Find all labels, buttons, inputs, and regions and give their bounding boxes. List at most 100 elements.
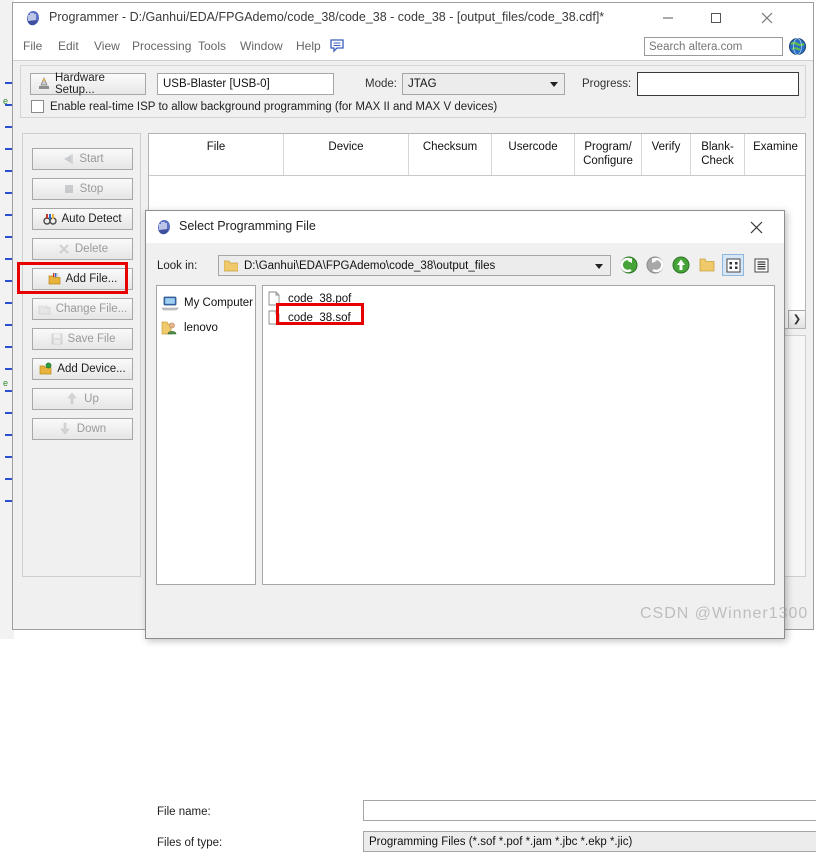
menubar: File Edit View Processing Tools Window H… <box>13 34 813 61</box>
progress-label: Progress: <box>582 78 632 90</box>
maximize-button[interactable] <box>693 3 738 33</box>
place-label: lenovo <box>184 321 218 334</box>
autodetect-icon <box>43 212 58 226</box>
quartus-hand-icon <box>24 9 42 27</box>
file-name-label: File name: <box>157 806 211 818</box>
move-down-button[interactable]: Down <box>32 418 133 440</box>
add-file-icon <box>48 272 62 286</box>
file-icon <box>268 310 280 325</box>
add-file-label: Add File... <box>65 273 118 285</box>
menu-edit[interactable]: Edit <box>58 39 79 53</box>
stop-label: Stop <box>79 183 104 195</box>
detail-view-icon[interactable] <box>750 254 772 276</box>
list-view-icon[interactable] <box>722 254 744 276</box>
menu-processing[interactable]: Processing <box>132 39 191 53</box>
window-titlebar: Programmer - D:/Ganhui/EDA/FPGAdemo/code… <box>13 3 813 34</box>
save-file-icon <box>50 332 64 346</box>
search-box[interactable] <box>644 37 783 56</box>
dialog-close-icon[interactable] <box>736 211 776 243</box>
start-button[interactable]: Start <box>32 148 133 170</box>
globe-icon[interactable] <box>788 37 807 56</box>
files-of-type-dropdown[interactable]: Programming Files (*.sof *.pof *.jam *.j… <box>363 831 816 852</box>
column-header-file[interactable]: File <box>149 134 284 175</box>
hardware-cable-value: USB-Blaster [USB-0] <box>163 78 270 90</box>
realtime-isp-checkbox[interactable] <box>31 100 44 113</box>
place-label: My Computer <box>184 296 254 309</box>
start-label: Start <box>79 153 104 165</box>
arrow-up-icon <box>66 392 80 406</box>
delete-icon <box>57 242 71 256</box>
dialog-titlebar: Select Programming File <box>146 211 784 243</box>
change-file-label: Change File... <box>55 303 128 315</box>
folder-icon <box>223 260 239 272</box>
new-folder-icon[interactable] <box>696 254 718 276</box>
change-file-button[interactable]: Change File... <box>32 298 133 320</box>
arrow-down-icon <box>59 422 73 436</box>
hardware-setup-label: Hardware Setup... <box>55 72 105 96</box>
column-header-program-configure[interactable]: Program/ Configure <box>575 134 642 175</box>
column-header-verify[interactable]: Verify <box>642 134 691 175</box>
column-header-usercode[interactable]: Usercode <box>492 134 575 175</box>
hardware-setup-button[interactable]: Hardware Setup... <box>30 72 146 96</box>
window-title: Programmer - D:/Ganhui/EDA/FPGAdemo/code… <box>49 10 605 24</box>
realtime-isp-row[interactable]: Enable real-time ISP to allow background… <box>31 100 497 113</box>
close-button[interactable] <box>744 3 789 33</box>
look-in-label: Look in: <box>157 260 198 272</box>
add-file-button[interactable]: Add File... <box>32 268 133 290</box>
menu-file[interactable]: File <box>23 39 42 53</box>
add-device-label: Add Device... <box>57 363 126 375</box>
up-icon[interactable] <box>670 254 692 276</box>
column-header-examine[interactable]: Examine <box>745 134 805 175</box>
file-name: code_38.sof <box>288 311 351 324</box>
realtime-isp-label: Enable real-time ISP to allow background… <box>50 100 498 113</box>
move-down-label: Down <box>76 423 107 435</box>
forward-icon[interactable] <box>644 254 666 276</box>
menu-window[interactable]: Window <box>240 39 283 53</box>
file-name-input[interactable] <box>363 800 816 821</box>
menu-view[interactable]: View <box>94 39 120 53</box>
minimize-button[interactable] <box>645 3 690 33</box>
place-lenovo[interactable]: lenovo <box>157 315 255 340</box>
stop-icon <box>62 182 76 196</box>
column-header-checksum[interactable]: Checksum <box>409 134 492 175</box>
save-file-label: Save File <box>67 333 116 345</box>
hardware-cable-field[interactable]: USB-Blaster [USB-0] <box>157 73 334 95</box>
stop-button[interactable]: Stop <box>32 178 133 200</box>
mode-dropdown[interactable]: JTAG <box>402 73 565 95</box>
look-in-value: D:\Ganhui\EDA\FPGAdemo\code_38\output_fi… <box>244 259 496 272</box>
table-header-row: File Device Checksum Usercode Program/ C… <box>149 134 805 176</box>
progress-bar <box>637 72 799 96</box>
column-header-blank-check[interactable]: Blank- Check <box>691 134 745 175</box>
delete-button[interactable]: Delete <box>32 238 133 260</box>
file-name: code_38.pof <box>288 292 352 305</box>
flag-icon[interactable] <box>328 37 346 58</box>
look-in-dropdown[interactable]: D:\Ganhui\EDA\FPGAdemo\code_38\output_fi… <box>218 255 611 276</box>
chevron-down-icon <box>550 82 558 87</box>
files-of-type-label: Files of type: <box>157 837 223 849</box>
place-my-computer[interactable]: My Computer <box>157 290 255 315</box>
menu-help[interactable]: Help <box>296 39 321 53</box>
move-up-label: Up <box>84 393 99 405</box>
menu-tools[interactable]: Tools <box>198 39 226 53</box>
places-sidebar: My Computer lenovo <box>156 285 256 585</box>
user-folder-icon <box>161 319 179 337</box>
dialog-title: Select Programming File <box>179 219 316 233</box>
file-list-item[interactable]: code_38.sof <box>263 308 774 327</box>
hardware-setup-panel: Hardware Setup... USB-Blaster [USB-0] Mo… <box>20 65 806 118</box>
column-header-device[interactable]: Device <box>284 134 409 175</box>
back-icon[interactable] <box>618 254 640 276</box>
file-icon <box>268 291 280 306</box>
search-input[interactable] <box>645 38 782 55</box>
add-device-button[interactable]: Add Device... <box>32 358 133 380</box>
move-up-button[interactable]: Up <box>32 388 133 410</box>
table-scroll-right-button[interactable]: ❯ <box>788 310 805 328</box>
delete-label: Delete <box>74 243 109 255</box>
quartus-hand-icon <box>155 218 173 236</box>
auto-detect-button[interactable]: Auto Detect <box>32 208 133 230</box>
change-file-icon <box>38 302 52 316</box>
file-list-item[interactable]: code_38.pof <box>263 289 774 308</box>
start-icon <box>61 152 75 166</box>
auto-detect-label: Auto Detect <box>61 213 122 225</box>
save-file-button[interactable]: Save File <box>32 328 133 350</box>
hardware-icon <box>37 77 51 91</box>
